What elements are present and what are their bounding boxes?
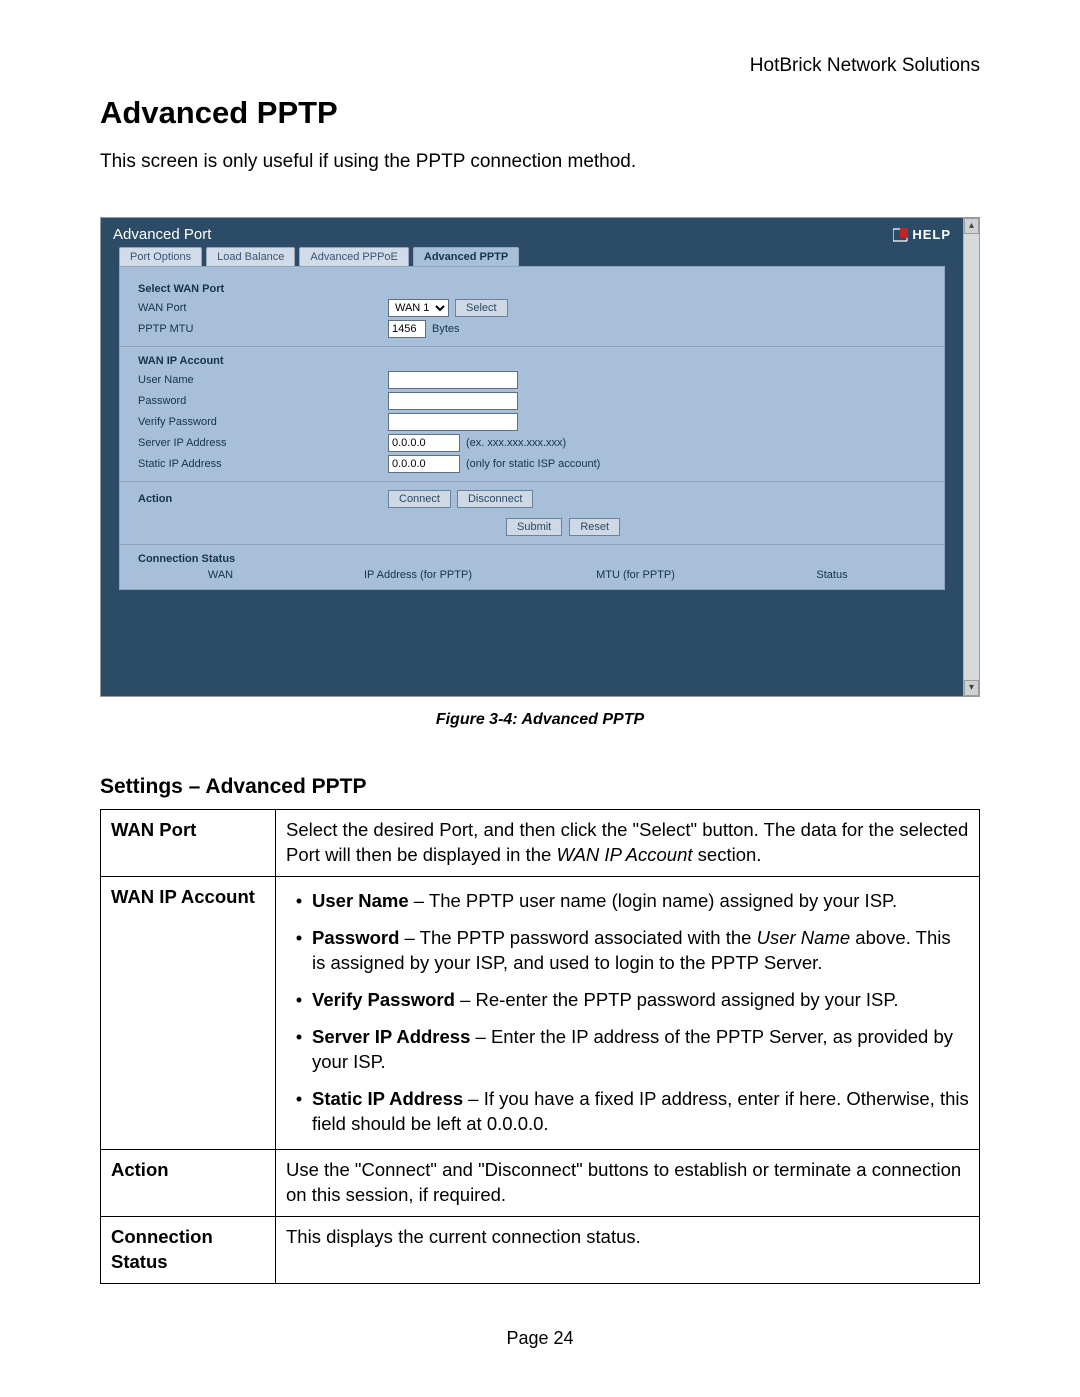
table-row: WAN IP Account •User Name – The PPTP use… (101, 876, 980, 1149)
verify-password-input[interactable] (388, 413, 518, 431)
settings-key: WAN Port (101, 810, 276, 877)
table-row: WAN Port Select the desired Port, and th… (101, 810, 980, 877)
section-select-wan-port: Select WAN Port (138, 283, 926, 295)
mtu-unit: Bytes (432, 323, 460, 335)
scroll-up-icon[interactable]: ▴ (964, 218, 979, 234)
document-header: HotBrick Network Solutions (100, 55, 980, 77)
disconnect-button[interactable]: Disconnect (457, 490, 533, 508)
tab-port-options[interactable]: Port Options (119, 247, 202, 266)
wan-port-label: WAN Port (138, 302, 388, 314)
page-title: Advanced PPTP (100, 95, 980, 131)
static-ip-input[interactable] (388, 455, 460, 473)
settings-value: This displays the current connection sta… (276, 1216, 980, 1283)
col-status: Status (738, 569, 926, 581)
verify-password-label: Verify Password (138, 416, 388, 428)
scrollbar-vertical[interactable]: ▴ ▾ (963, 218, 979, 696)
settings-heading: Settings – Advanced PPTP (100, 775, 980, 799)
settings-key: Connection Status (101, 1216, 276, 1283)
wan-port-select[interactable]: WAN 1 (388, 299, 449, 317)
password-input[interactable] (388, 392, 518, 410)
settings-key: Action (101, 1149, 276, 1216)
server-ip-hint: (ex. xxx.xxx.xxx.xxx) (466, 437, 566, 449)
server-ip-label: Server IP Address (138, 437, 388, 449)
password-label: Password (138, 395, 388, 407)
screenshot-window: ▴ ▾ Advanced Port HELP Port Options Load… (100, 217, 980, 697)
tab-advanced-pppoe[interactable]: Advanced PPPoE (299, 247, 408, 266)
connect-button[interactable]: Connect (388, 490, 451, 508)
tab-advanced-pptp[interactable]: Advanced PPTP (413, 247, 519, 266)
tab-load-balance[interactable]: Load Balance (206, 247, 295, 266)
settings-key: WAN IP Account (101, 876, 276, 1149)
page-footer: Page 24 (100, 1328, 980, 1349)
submit-button[interactable]: Submit (506, 518, 562, 536)
pptp-mtu-input[interactable] (388, 320, 426, 338)
table-row: Action Use the "Connect" and "Disconnect… (101, 1149, 980, 1216)
help-button[interactable]: HELP (893, 227, 951, 242)
figure-caption: Figure 3-4: Advanced PPTP (100, 711, 980, 729)
user-name-input[interactable] (388, 371, 518, 389)
static-ip-label: Static IP Address (138, 458, 388, 470)
settings-table: WAN Port Select the desired Port, and th… (100, 809, 980, 1284)
select-button[interactable]: Select (455, 299, 508, 317)
help-label: HELP (912, 227, 951, 242)
user-name-label: User Name (138, 374, 388, 386)
help-icon (893, 228, 909, 242)
settings-value: •User Name – The PPTP user name (login n… (276, 876, 980, 1149)
col-wan: WAN (138, 569, 303, 581)
section-wan-ip-account: WAN IP Account (138, 355, 926, 367)
table-row: Connection Status This displays the curr… (101, 1216, 980, 1283)
intro-text: This screen is only useful if using the … (100, 151, 980, 173)
col-ip: IP Address (for PPTP) (303, 569, 533, 581)
scroll-down-icon[interactable]: ▾ (964, 680, 979, 696)
server-ip-input[interactable] (388, 434, 460, 452)
pptp-mtu-label: PPTP MTU (138, 323, 388, 335)
section-connection-status: Connection Status (138, 553, 926, 565)
panel-title: Advanced Port (113, 226, 211, 243)
col-mtu: MTU (for PPTP) (533, 569, 738, 581)
settings-value: Use the "Connect" and "Disconnect" butto… (276, 1149, 980, 1216)
reset-button[interactable]: Reset (569, 518, 620, 536)
static-ip-hint: (only for static ISP account) (466, 458, 600, 470)
action-label: Action (138, 493, 388, 505)
settings-value: Select the desired Port, and then click … (276, 810, 980, 877)
